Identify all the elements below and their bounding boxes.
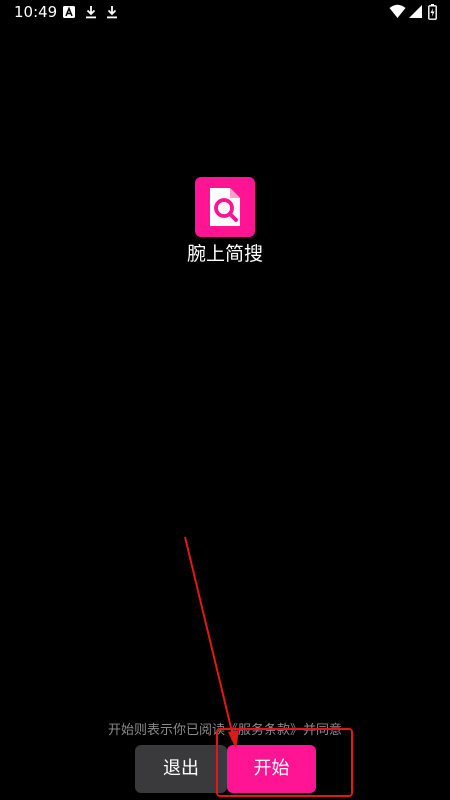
annotation-overlay: [184, 536, 353, 797]
search-document-icon: [210, 188, 240, 226]
screen: 10:49 腕上简搜 开始则表示你已阅读《服务条款》并同意 退出 开始: [0, 0, 450, 800]
download-icon: [105, 4, 119, 19]
signal-icon: [409, 4, 423, 19]
annotation-arrow-line: [184, 536, 235, 741]
start-button[interactable]: 开始: [227, 745, 316, 793]
exit-button[interactable]: 退出: [135, 745, 227, 793]
app-logo: [195, 177, 255, 237]
status-time: 10:49: [14, 3, 58, 21]
terms-suffix: 并同意: [303, 723, 343, 738]
battery-icon: [428, 4, 437, 20]
status-bar: 10:49: [0, 0, 450, 24]
wifi-icon: [389, 4, 406, 19]
terms-text: 开始则表示你已阅读《服务条款》并同意: [0, 722, 450, 740]
terms-link[interactable]: 《服务条款》: [225, 723, 303, 738]
terms-prefix: 开始则表示你已阅读: [107, 723, 225, 738]
download-icon: [84, 4, 98, 19]
a-notification-icon: [62, 4, 76, 18]
app-name: 腕上简搜: [186, 243, 263, 265]
